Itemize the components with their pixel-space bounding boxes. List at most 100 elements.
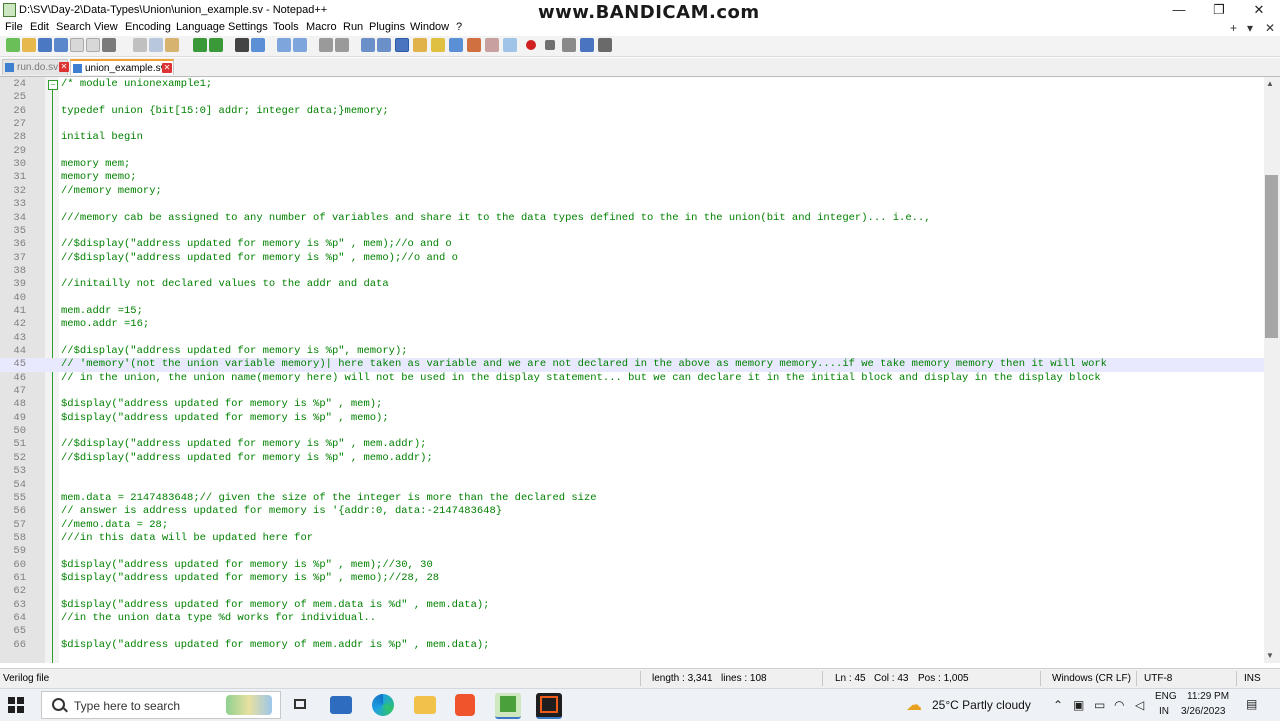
code-line[interactable]: 35 [0, 225, 1264, 238]
code-line[interactable]: 29 [0, 145, 1264, 158]
menu-settings[interactable]: Settings [228, 21, 268, 33]
menu-language[interactable]: Language [176, 21, 225, 33]
print-icon[interactable] [102, 38, 116, 52]
copy-icon[interactable] [149, 38, 163, 52]
code-text[interactable]: //initailly not declared values to the a… [61, 278, 389, 291]
sync-vertical-icon[interactable] [319, 38, 333, 52]
code-line[interactable]: 24 /* module unionexample1; [0, 78, 1264, 91]
maximize-button[interactable]: ❐ [1199, 0, 1239, 20]
code-text[interactable]: //memo.data = 28; [61, 519, 168, 532]
save-all-icon[interactable] [54, 38, 68, 52]
recording-app-icon[interactable] [536, 693, 562, 719]
tray-network-drive-icon[interactable]: ▭ [1094, 698, 1105, 712]
code-line[interactable]: 66 $display("address updated for memory o… [0, 639, 1264, 652]
find-icon[interactable] [235, 38, 249, 52]
code-line[interactable]: 33 [0, 198, 1264, 211]
menu-view[interactable]: View [94, 21, 118, 33]
clock-time[interactable]: 11:29 PM [1187, 691, 1229, 702]
code-line[interactable]: 44 //$display("address updated for memory… [0, 345, 1264, 358]
code-line[interactable]: 60 $display("address updated for memory i… [0, 559, 1264, 572]
code-line[interactable]: 56 // answer is address updated for memor… [0, 505, 1264, 518]
code-text[interactable]: mem.data = 2147483648;// given the size … [61, 492, 597, 505]
code-line[interactable]: 25 [0, 91, 1264, 104]
code-line[interactable]: 36 //$display("address updated for memory… [0, 238, 1264, 251]
run-macro-multiple-icon[interactable] [580, 38, 594, 52]
code-text[interactable]: //$display("address updated for memory i… [61, 238, 452, 251]
task-view-icon[interactable] [288, 693, 314, 717]
new-tab-plus-icon[interactable]: + [1230, 21, 1237, 35]
folder-as-workspace-icon[interactable] [467, 38, 481, 52]
code-line[interactable]: 47 [0, 385, 1264, 398]
code-line[interactable]: 26 typedef union {bit[15:0] addr; integer… [0, 105, 1264, 118]
notepadpp-app-icon[interactable] [3, 3, 16, 17]
code-text[interactable]: $display("address updated for memory is … [61, 572, 439, 585]
scrollbar-thumb[interactable] [1265, 175, 1278, 338]
wifi-icon[interactable]: ◠ [1114, 698, 1124, 712]
code-line[interactable]: 57 //memo.data = 28; [0, 519, 1264, 532]
code-editor[interactable]: − 24/* module unionexample1; 25 26 typedef … [0, 77, 1264, 663]
file-explorer-icon[interactable] [414, 696, 436, 714]
code-line[interactable]: 46 // in the union, the union name(memory… [0, 372, 1264, 385]
code-line[interactable]: 42 memo.addr =16; [0, 318, 1264, 331]
monitoring-icon[interactable] [485, 38, 499, 52]
status-encoding[interactable]: UTF-8 [1144, 673, 1172, 684]
word-wrap-icon[interactable] [361, 38, 375, 52]
code-line[interactable]: 41 mem.addr =15; [0, 305, 1264, 318]
code-line[interactable]: 27 [0, 118, 1264, 131]
menu-tools[interactable]: Tools [273, 21, 299, 33]
zoom-out-icon[interactable] [293, 38, 307, 52]
menu-file[interactable]: File [5, 21, 23, 33]
code-text[interactable]: ///memory cab be assigned to any number … [61, 212, 931, 225]
menu-window[interactable]: Window [410, 21, 449, 33]
menu-run[interactable]: Run [343, 21, 363, 33]
record-macro-icon[interactable] [526, 40, 536, 50]
code-line[interactable]: 48 $display("address updated for memory i… [0, 398, 1264, 411]
status-col[interactable]: Col : 43 [874, 673, 908, 684]
status-eol[interactable]: Windows (CR LF) [1052, 673, 1131, 684]
code-text[interactable]: typedef union {bit[15:0] addr; integer d… [61, 105, 389, 118]
code-text[interactable]: ///in this data will be updated here for [61, 532, 313, 545]
tab-list-dropdown-icon[interactable]: ▾ [1247, 21, 1253, 35]
tray-app-icon[interactable]: ▣ [1073, 698, 1084, 712]
code-line[interactable]: 38 [0, 265, 1264, 278]
taskbar-search-box[interactable]: Type here to search [41, 691, 281, 719]
menu-help[interactable]: ? [456, 21, 462, 33]
code-line[interactable]: 62 [0, 585, 1264, 598]
menu-search[interactable]: Search [56, 21, 91, 33]
undo-icon[interactable] [193, 38, 207, 52]
code-line[interactable]: 30 memory mem; [0, 158, 1264, 171]
code-text[interactable]: $display("address updated for memory is … [61, 412, 389, 425]
scroll-down-arrow-icon[interactable]: ▼ [1266, 651, 1274, 660]
mail-icon[interactable] [330, 696, 352, 714]
cut-icon[interactable] [133, 38, 147, 52]
close-document-icon[interactable]: ✕ [1265, 21, 1275, 35]
code-text[interactable]: // answer is address updated for memory … [61, 505, 502, 518]
code-text[interactable]: initial begin [61, 131, 143, 144]
code-text[interactable]: $display("address updated for memory of … [61, 599, 489, 612]
clock-date[interactable]: 3/26/2023 [1181, 706, 1226, 717]
language-indicator-top[interactable]: ENG [1155, 691, 1177, 702]
minimize-button[interactable]: — [1159, 0, 1199, 20]
zoom-in-icon[interactable] [277, 38, 291, 52]
user-defined-language-icon[interactable] [413, 38, 427, 52]
code-text[interactable]: memo.addr =16; [61, 318, 149, 331]
sync-horizontal-icon[interactable] [335, 38, 349, 52]
code-text[interactable]: //$display("address updated for memory i… [61, 452, 433, 465]
play-macro-icon[interactable] [562, 38, 576, 52]
code-line[interactable]: 61 $display("address updated for memory i… [0, 572, 1264, 585]
code-text[interactable]: memory mem; [61, 158, 130, 171]
document-map-icon[interactable] [431, 38, 445, 52]
code-line[interactable]: 58 ///in this data will be updated here f… [0, 532, 1264, 545]
save-icon[interactable] [38, 38, 52, 52]
vertical-scrollbar[interactable]: ▲ ▼ [1264, 77, 1280, 663]
function-list-icon[interactable] [449, 38, 463, 52]
brave-browser-icon[interactable] [455, 694, 475, 716]
menu-macro[interactable]: Macro [306, 21, 337, 33]
close-window-button[interactable]: ✕ [1239, 0, 1279, 20]
status-insert-mode[interactable]: INS [1244, 673, 1261, 684]
show-all-characters-icon[interactable] [377, 38, 391, 52]
notepadpp-taskbar-icon[interactable] [495, 693, 521, 719]
code-line[interactable]: 50 [0, 425, 1264, 438]
windows-start-icon[interactable] [8, 697, 24, 713]
code-line[interactable]: 28 initial begin [0, 131, 1264, 144]
